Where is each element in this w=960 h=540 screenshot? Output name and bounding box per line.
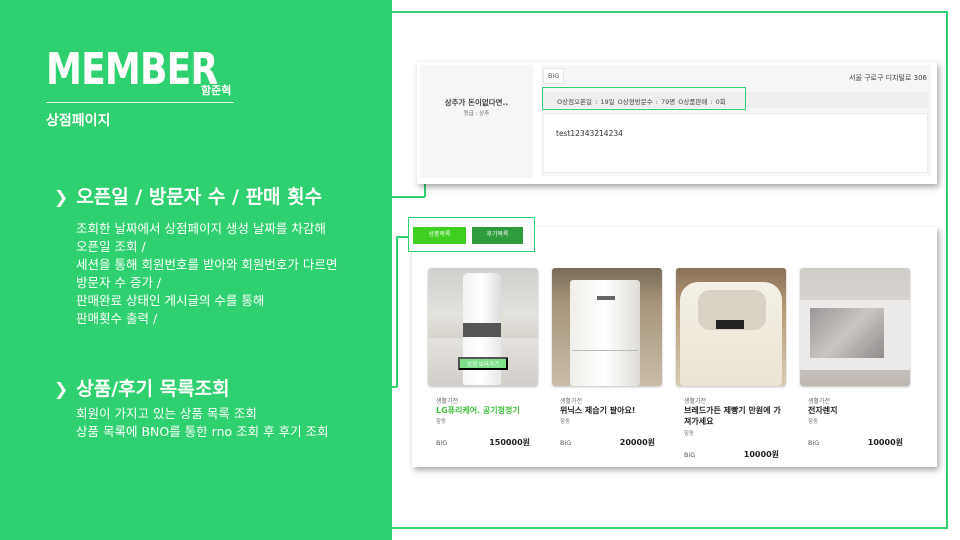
body-line: 판매횟수 출력 / (76, 311, 158, 326)
dehumidifier-logo (597, 296, 615, 300)
product-price: 10000원 (743, 450, 779, 459)
product-location: 항동 (684, 431, 695, 437)
shop-address: 서울 구로구 디지털로 306 (849, 74, 927, 82)
chevron-right-icon: ❯ (54, 380, 69, 400)
page-title: MEMBER (46, 44, 218, 95)
shop-profile: 상추가 돈이없다면.. 등급 : 상추 (420, 65, 533, 178)
connector-line (276, 386, 397, 388)
microwave-window (810, 308, 884, 358)
title-divider (46, 102, 234, 103)
body-line: 방문자 수 증가 / (76, 275, 162, 290)
shop-grade: 등급 : 상추 (463, 111, 490, 117)
product-badge: BiG (560, 439, 572, 447)
product-category: 생활가전 (684, 398, 707, 405)
product-price: 150000원 (489, 438, 530, 447)
body-line: 판매완료 상태인 게시글의 수를 통해 (76, 293, 265, 308)
body-line: 오픈일 조회 / (76, 239, 146, 254)
chevron-right-icon: ❯ (54, 188, 69, 208)
bread-maker-display (716, 320, 744, 329)
author-name: 함준혁 (201, 84, 232, 97)
connector-line (356, 196, 425, 198)
section-heading-list: ❯ 상품/후기 목록조회 (54, 374, 230, 401)
product-category: 생활가전 (808, 398, 831, 405)
shop-header-card: 상추가 돈이없다면.. 등급 : 상추 BiG 서울 구로구 디지털로 306 … (417, 62, 937, 184)
product-name[interactable]: 전자렌지 (808, 405, 920, 416)
section-heading-text: 오픈일 / 방문자 수 / 판매 횟수 (76, 186, 323, 208)
product-price: 20000원 (619, 438, 655, 447)
body-line: 상품 목록에 BNO를 통한 rno 조회 후 후기 조회 (76, 424, 329, 439)
section-heading-stats: ❯ 오픈일 / 방문자 수 / 판매 횟수 (54, 182, 322, 209)
product-name[interactable]: 브레드가든 제빵기 만원에 가져가세요 (684, 405, 784, 427)
product-image-bread-maker[interactable] (676, 268, 786, 386)
connector-line (396, 236, 398, 387)
product-badge: BiG (808, 439, 820, 447)
dehumidifier-line (572, 350, 638, 351)
stats-highlight-box (542, 87, 746, 110)
product-image-dehumidifier[interactable] (552, 268, 662, 386)
shop-info-panel: BiG 서울 구로구 디지털로 306 O상점오픈일 : 19일 O상점방문수 … (541, 65, 931, 176)
product-category: 생활가전 (560, 398, 583, 405)
section-heading-text: 상품/후기 목록조회 (76, 378, 230, 400)
product-category: 생활가전 (436, 398, 459, 405)
product-image-microwave[interactable] (800, 268, 910, 386)
product-location: 항동 (808, 419, 819, 425)
section-body-stats: 조회한 날짜에서 상점페이지 생성 날짜를 차감해 오픈일 조회 / 세션을 통… (76, 220, 337, 328)
view-shop-button[interactable]: 상점 보러가기 (458, 357, 508, 370)
section-body-list: 회원이 가지고 있는 상품 목록 조회 상품 목록에 BNO를 통한 rno 조… (76, 405, 329, 441)
shop-name: 상추가 돈이없다면.. (444, 98, 509, 107)
body-line: 세션을 통해 회원번호를 받아와 회원번호가 다르면 (76, 257, 338, 272)
big-badge: BiG (543, 68, 565, 84)
product-name[interactable]: 위닉스 제습기 팔아요! (560, 405, 672, 416)
product-price: 10000원 (867, 438, 903, 447)
product-badge: BiG (436, 439, 448, 447)
product-badge: BiG (684, 451, 696, 459)
body-line: 조회한 날짜에서 상점페이지 생성 날짜를 차감해 (76, 221, 326, 236)
page-subtitle: 상점페이지 (46, 113, 111, 129)
product-location: 항동 (560, 419, 571, 425)
tab-products[interactable]: 상품목록 (413, 227, 466, 244)
product-name[interactable]: LG퓨리케어. 공기청정기 (436, 405, 548, 416)
tab-reviews[interactable]: 후기목록 (472, 227, 523, 244)
shop-intro-box: test12343214234 (543, 113, 928, 173)
body-line: 회원이 가지고 있는 상품 목록 조회 (76, 406, 257, 421)
shop-intro: test12343214234 (556, 129, 623, 138)
air-purifier-band (463, 323, 501, 337)
product-location: 항동 (436, 419, 447, 425)
